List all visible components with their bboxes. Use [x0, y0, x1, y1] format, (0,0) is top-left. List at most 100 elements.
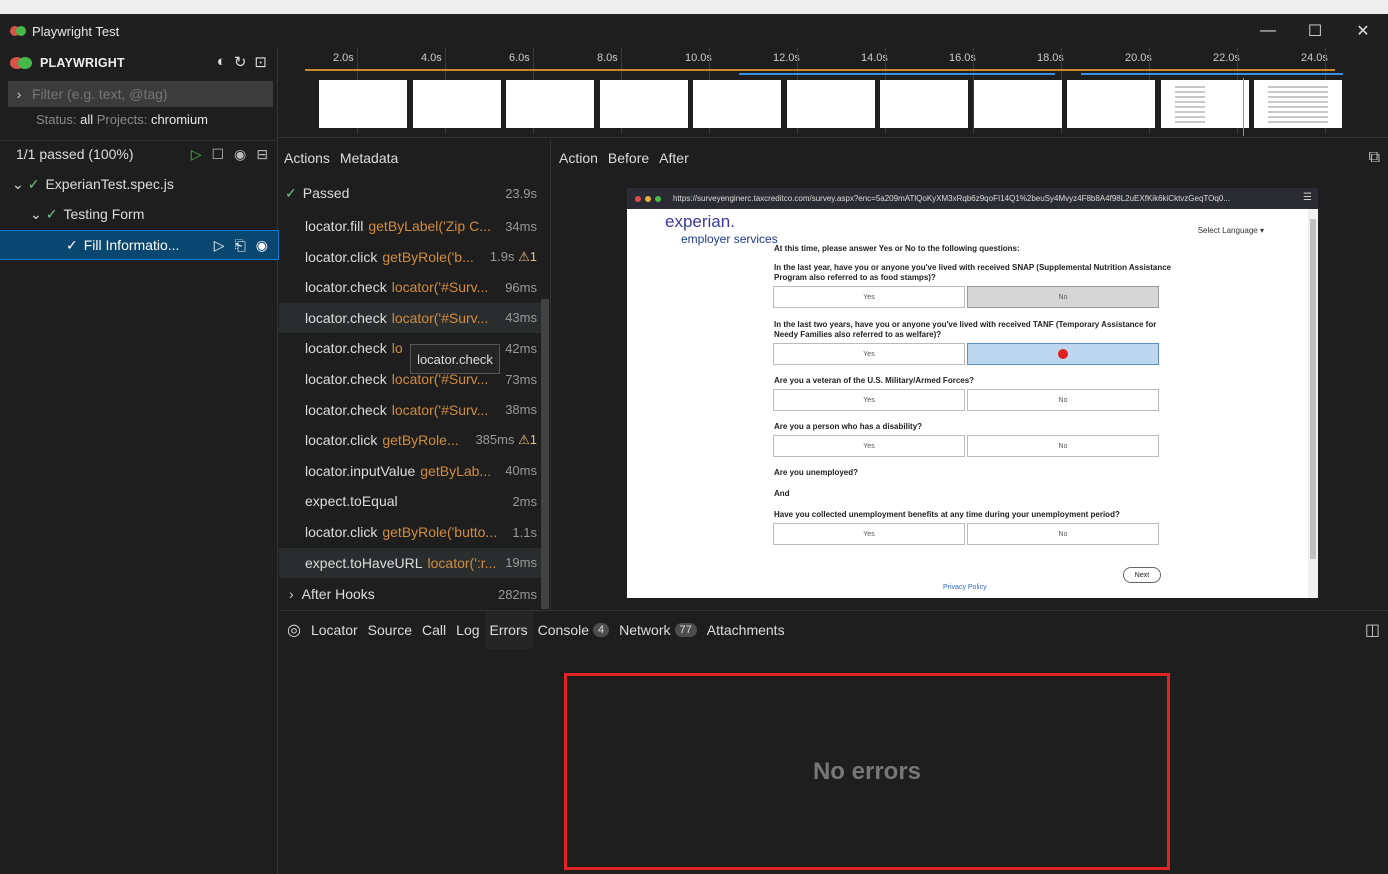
pass-summary-row: 1/1 passed (100%) ▷ ☐ ◉ ⊟ — [0, 140, 278, 167]
action-row[interactable]: expect.toHaveURL locator(':r... 19ms — [279, 547, 541, 578]
close-button[interactable]: ✕ — [1340, 14, 1386, 48]
expand-icon[interactable]: ⊡ — [254, 53, 267, 71]
tab-errors[interactable]: Errors — [484, 611, 533, 649]
tab-metadata[interactable]: Metadata — [335, 150, 403, 166]
veteran-no-button[interactable]: No — [967, 389, 1159, 411]
privacy-policy-link[interactable]: Privacy Policy — [943, 584, 987, 591]
reload-icon[interactable]: ↻ — [234, 53, 247, 71]
benefits-yes-button[interactable]: Yes — [773, 523, 965, 545]
language-select[interactable]: Select Language ▾ — [1198, 226, 1264, 235]
check-icon: ✓ — [285, 184, 297, 201]
filter-input[interactable] — [30, 85, 264, 103]
veteran-yes-button[interactable]: Yes — [773, 389, 965, 411]
tree-item-spec-file[interactable]: ⌄ ✓ ExperianTest.spec.js — [0, 170, 278, 198]
collapse-all-icon[interactable]: ⊟ — [256, 146, 268, 163]
timeline-cursor — [1243, 78, 1244, 136]
experian-logo: experian. — [665, 212, 735, 231]
tab-console[interactable]: Console 4 — [533, 622, 615, 638]
window-dot-icon — [635, 195, 641, 202]
tab-log[interactable]: Log — [451, 622, 484, 638]
tree-item-describe[interactable]: ⌄ ✓ Testing Form — [0, 200, 278, 228]
disability-no-button[interactable]: No — [967, 435, 1159, 457]
toggle-sidebar-icon[interactable]: ◫ — [1365, 620, 1380, 640]
timeline-tick-label: 12.0s — [773, 52, 800, 64]
tab-locator[interactable]: Locator — [306, 622, 363, 638]
tab-after[interactable]: After — [654, 150, 694, 166]
click-marker-icon — [1058, 349, 1068, 359]
next-button[interactable]: Next — [1123, 567, 1161, 583]
actions-scrollbar[interactable] — [541, 299, 549, 609]
open-in-new-window-icon[interactable]: ⧉ — [1369, 149, 1380, 167]
timeline-tick-label: 20.0s — [1125, 52, 1152, 64]
watch-icon[interactable]: ◉ — [234, 146, 246, 163]
tanf-yes-button[interactable]: Yes — [773, 343, 965, 365]
pick-locator-icon[interactable]: ◎ — [279, 620, 306, 640]
question-benefits: Have you collected unemployment benefits… — [774, 510, 1120, 519]
filmstrip-thumbnail[interactable] — [1067, 80, 1155, 128]
actions-panel: Actions Metadata ✓ Passed 23.9s locator.… — [279, 139, 551, 609]
tab-call[interactable]: Call — [417, 622, 451, 638]
snap-yes-button[interactable]: Yes — [773, 286, 965, 308]
tab-attachments[interactable]: Attachments — [702, 622, 790, 638]
minimize-button[interactable]: — — [1245, 14, 1291, 48]
chevron-right-icon[interactable]: › — [8, 86, 30, 102]
timeline-network-bar — [739, 73, 1055, 75]
run-test-icon[interactable]: ▷ — [214, 237, 225, 254]
open-source-icon[interactable]: ⎗ — [235, 237, 246, 254]
action-row[interactable]: locator.click getByRole('b... 1.9s ⚠1 — [279, 242, 541, 272]
filmstrip-thumbnail[interactable] — [506, 80, 594, 128]
timeline-tick-label: 8.0s — [597, 52, 618, 64]
action-locator: getByRole('butto... — [382, 524, 498, 540]
timeline[interactable]: 2.0s 4.0s 6.0s 8.0s 10.0s 12.0s 14.0s 16.0s 18.0… — [279, 48, 1388, 138]
question-unemployed: Are you unemployed? — [774, 468, 859, 477]
watch-icon[interactable]: ◉ — [256, 237, 268, 254]
action-row[interactable]: locator.click getByRole('butto... 1.1s — [279, 517, 541, 547]
question-tanf: In the last two years, have you or anyon… — [774, 320, 1157, 339]
snapshot-scrollbar[interactable] — [1308, 209, 1318, 598]
action-locator: locator('#Surv... — [391, 279, 489, 296]
after-hooks-row[interactable]: › After Hooks 282ms — [279, 579, 541, 609]
passed-row[interactable]: ✓ Passed 23.9s — [279, 178, 541, 208]
action-row[interactable]: locator.inputValue getByLab... 40ms — [279, 456, 541, 486]
action-duration: 38ms — [505, 402, 537, 418]
tab-source[interactable]: Source — [363, 622, 417, 638]
title-bar: Playwright Test — ☐ ✕ — [0, 14, 1388, 48]
disability-yes-button[interactable]: Yes — [773, 435, 965, 457]
filmstrip-thumbnail[interactable] — [1160, 80, 1249, 128]
tanf-no-button[interactable] — [967, 343, 1159, 365]
filmstrip-thumbnail[interactable] — [319, 80, 407, 128]
action-duration: 40ms — [505, 463, 537, 479]
action-row[interactable]: locator.fill getByLabel('Zip C... 34ms — [279, 211, 541, 241]
tab-actions[interactable]: Actions — [279, 150, 335, 166]
filmstrip-thumbnail[interactable] — [599, 80, 688, 128]
benefits-no-button[interactable]: No — [967, 523, 1159, 545]
action-row[interactable]: locator.check locator('#Surv... 96ms — [279, 272, 541, 302]
filmstrip-thumbnail[interactable] — [693, 80, 781, 128]
action-row[interactable]: expect.toEqual 2ms — [279, 486, 541, 516]
snapshot-panel: Action Before After ⧉ https://surveyengi… — [552, 139, 1388, 609]
filmstrip-thumbnail[interactable] — [880, 80, 968, 128]
check-icon: ✓ — [27, 175, 40, 192]
status-filter[interactable]: Status: all Projects: chromium — [36, 112, 208, 127]
action-row[interactable]: locator.click getByRole... 385ms ⚠1 — [279, 425, 541, 455]
action-row[interactable]: locator.check locator('#Surv... 43ms — [279, 302, 541, 333]
filmstrip-thumbnail[interactable] — [1254, 80, 1342, 128]
action-row[interactable]: locator.check locator('#Surv... 38ms — [279, 395, 541, 425]
action-name: locator.inputValue — [305, 462, 416, 479]
stop-icon[interactable]: ☐ — [211, 146, 224, 163]
theme-toggle-icon[interactable]: ◐ — [217, 53, 226, 71]
tab-network[interactable]: Network 77 — [614, 622, 702, 638]
tab-action[interactable]: Action — [554, 150, 603, 166]
run-all-icon[interactable]: ▷ — [191, 146, 202, 163]
filmstrip-thumbnail[interactable] — [786, 80, 875, 128]
action-duration: 96ms — [505, 279, 537, 295]
snap-no-button[interactable]: No — [967, 286, 1159, 308]
tab-before[interactable]: Before — [603, 150, 654, 166]
actions-tabs: Actions Metadata — [279, 139, 550, 177]
survey-page: experian. employer services Select Langu… — [627, 209, 1308, 598]
action-locator: getByLab... — [420, 462, 492, 479]
maximize-button[interactable]: ☐ — [1292, 14, 1338, 48]
filmstrip-thumbnail[interactable] — [412, 80, 501, 128]
filmstrip-thumbnail[interactable] — [973, 80, 1062, 128]
tree-item-test[interactable]: ✓ Fill Informatio... ▷ ⎗ ◉ — [0, 230, 279, 260]
